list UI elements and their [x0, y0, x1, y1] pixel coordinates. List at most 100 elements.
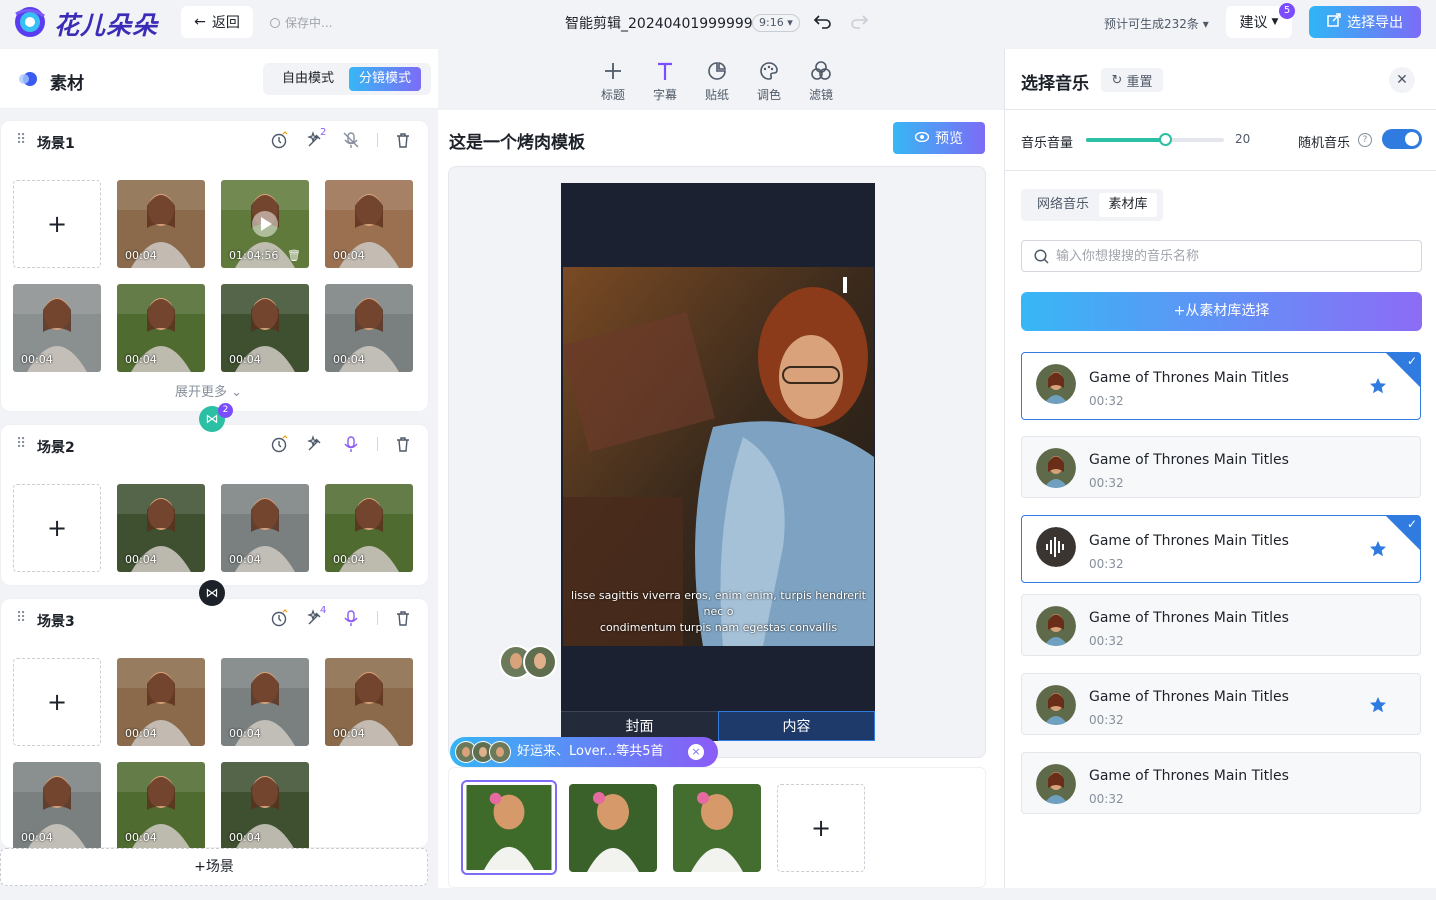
expand-more-label: 展开更多: [175, 385, 228, 400]
material-thumbnail[interactable]: 00:04: [325, 658, 413, 746]
material-thumbnail[interactable]: 00:04: [13, 762, 101, 850]
close-icon[interactable]: ×: [688, 744, 704, 760]
track-duration: 00:32: [1089, 634, 1124, 648]
material-thumbnail[interactable]: 00:04: [117, 658, 205, 746]
music-summary-pill[interactable]: 好运来、Lover...等共5首 ×: [450, 737, 718, 767]
timer-icon[interactable]: [270, 131, 288, 149]
trash-icon[interactable]: 🗑: [287, 249, 301, 262]
music-track-item[interactable]: Game of Thrones Main Titles 00:32: [1021, 752, 1421, 814]
aspect-ratio-select[interactable]: 9:16 ▾: [752, 14, 800, 32]
add-material-button[interactable]: +: [13, 658, 101, 746]
trash-icon[interactable]: [394, 435, 412, 453]
tab-online-music[interactable]: 网络音乐: [1029, 193, 1097, 217]
toolbar-item-label: 标题: [600, 88, 625, 102]
document-title[interactable]: 智能剪辑_20240401999999: [565, 13, 753, 33]
toolbar-item[interactable]: 调色: [749, 60, 789, 103]
add-frame-button[interactable]: +: [777, 784, 865, 872]
scene-title[interactable]: 场景3: [37, 611, 75, 631]
microphone-icon[interactable]: [342, 131, 360, 149]
drag-handle-icon[interactable]: ⠿: [16, 610, 26, 626]
material-thumbnail[interactable]: 00:04: [117, 762, 205, 850]
select-from-library-button[interactable]: +从素材库选择: [1021, 292, 1422, 331]
magic-icon[interactable]: [306, 435, 324, 453]
music-track-item[interactable]: Game of Thrones Main Titles 00:32 ✓: [1021, 515, 1421, 583]
music-track-item[interactable]: Game of Thrones Main Titles 00:32: [1021, 594, 1421, 656]
suggest-label: 建议: [1239, 15, 1268, 31]
frame-thumbnail[interactable]: [673, 784, 761, 872]
material-thumbnail[interactable]: 00:04: [221, 762, 309, 850]
tab-content[interactable]: 内容: [718, 711, 875, 741]
star-icon[interactable]: [1369, 377, 1387, 395]
mode-storyboard-tab[interactable]: 分镜模式: [349, 67, 421, 91]
random-music-toggle[interactable]: [1382, 129, 1422, 149]
material-thumbnail[interactable]: 00:04: [117, 180, 205, 268]
close-icon[interactable]: ✕: [1389, 67, 1415, 93]
timer-icon[interactable]: [270, 609, 288, 627]
back-button[interactable]: ← 返回: [181, 6, 253, 38]
music-track-item[interactable]: Game of Thrones Main Titles 00:32 ✓: [1021, 352, 1421, 420]
material-thumbnail[interactable]: 00:04: [325, 284, 413, 372]
undo-icon[interactable]: [813, 11, 833, 35]
transition-icon[interactable]: ⋈: [199, 580, 225, 606]
preview-button[interactable]: 预览: [893, 122, 985, 154]
reset-button[interactable]: ↻ 重置: [1101, 68, 1163, 92]
estimate-dropdown[interactable]: 预计可生成232条 ▾: [1104, 15, 1209, 32]
track-cover: [1036, 764, 1076, 804]
material-thumbnail[interactable]: 00:04: [221, 484, 309, 572]
scene-title[interactable]: 场景1: [37, 133, 75, 153]
mode-free-tab[interactable]: 自由模式: [271, 67, 345, 91]
add-material-button[interactable]: +: [13, 180, 101, 268]
material-thumbnail[interactable]: 00:04: [325, 484, 413, 572]
drag-handle-icon[interactable]: ⠿: [16, 436, 26, 452]
toolbar-item[interactable]: 滤镜: [801, 60, 841, 103]
material-thumbnail[interactable]: 00:04: [117, 284, 205, 372]
trash-icon[interactable]: [394, 131, 412, 149]
duration-label: 00:04: [229, 831, 261, 844]
toolbar-item[interactable]: 贴纸: [697, 60, 737, 103]
star-icon[interactable]: [1369, 540, 1387, 558]
frame-thumbnail[interactable]: [569, 784, 657, 872]
music-track-item[interactable]: Game of Thrones Main Titles 00:32: [1021, 673, 1421, 735]
duration-label: 00:04: [333, 727, 365, 740]
toggle-knob: [1405, 132, 1419, 146]
music-track-item[interactable]: Game of Thrones Main Titles 00:32: [1021, 436, 1421, 498]
trash-icon[interactable]: [394, 609, 412, 627]
material-thumbnail[interactable]: 00:04: [221, 284, 309, 372]
search-input[interactable]: [1056, 241, 1416, 271]
volume-slider-handle[interactable]: [1158, 133, 1172, 146]
export-label: 选择导出: [1347, 15, 1403, 31]
tab-material-library[interactable]: 素材库: [1099, 193, 1157, 217]
track-cover: [1036, 606, 1076, 646]
frame-thumbnail-selected[interactable]: [461, 780, 557, 875]
timer-icon[interactable]: [270, 435, 288, 453]
export-button[interactable]: 选择导出: [1309, 6, 1421, 38]
back-label: 返回: [211, 15, 240, 31]
music-search: [1021, 240, 1422, 272]
toolbar-item[interactable]: 标题: [593, 60, 633, 103]
redo-icon[interactable]: [849, 11, 869, 35]
material-thumbnail[interactable]: 01:04:56 🗑: [221, 180, 309, 268]
expand-more-button[interactable]: 展开更多 ⌄: [175, 381, 242, 400]
reset-label: 重置: [1126, 74, 1153, 90]
add-material-button[interactable]: +: [13, 484, 101, 572]
material-thumbnail[interactable]: 00:04: [13, 284, 101, 372]
star-icon[interactable]: [1369, 696, 1387, 714]
duration-label: 00:04: [229, 553, 261, 566]
materials-title: 素材: [50, 74, 84, 94]
help-icon[interactable]: ?: [1358, 133, 1372, 147]
subtitle-line: lisse sagittis viverra eros, enim enim, …: [571, 589, 866, 618]
duration-label: 01:04:56: [229, 249, 279, 262]
microphone-icon[interactable]: [342, 435, 360, 453]
divider: [377, 437, 378, 451]
material-thumbnail[interactable]: 00:04: [325, 180, 413, 268]
check-icon: ✓: [1406, 517, 1417, 531]
material-thumbnail[interactable]: 00:04: [117, 484, 205, 572]
drag-handle-icon[interactable]: ⠿: [16, 132, 26, 148]
material-thumbnail[interactable]: 00:04: [221, 658, 309, 746]
saving-text: 保存中...: [285, 16, 333, 30]
scene-title[interactable]: 场景2: [37, 437, 75, 457]
add-scene-button[interactable]: +场景: [0, 848, 428, 886]
toolbar-item[interactable]: 字幕: [645, 60, 685, 103]
duration-label: 00:04: [125, 831, 157, 844]
microphone-icon[interactable]: [342, 609, 360, 627]
